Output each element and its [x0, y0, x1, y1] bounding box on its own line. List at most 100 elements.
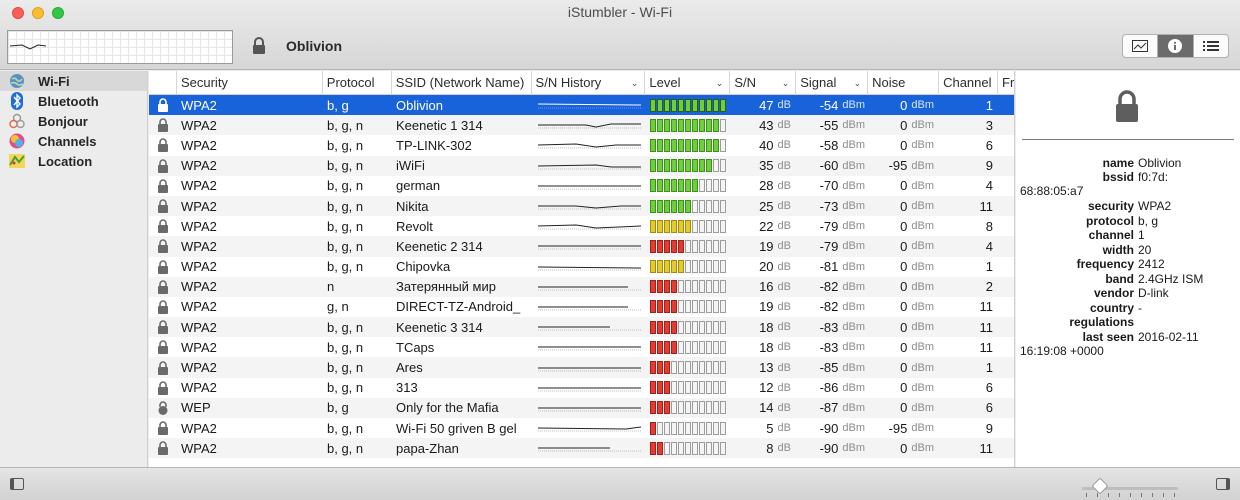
table-row[interactable]: WPA2 b, g, n Revolt 22 dB -79 dBm 0 dBm 8 [149, 216, 1014, 236]
table-row[interactable]: WPA2 b, g, n TP-LINK-302 40 dB -58 dBm 0 dBm 6 [149, 135, 1014, 155]
table-row[interactable]: WPA2 b, g, n iWiFi 35 dB -60 dBm -95 dBm 9 [149, 155, 1014, 176]
sn-cell: 13 dB [731, 357, 797, 377]
level-bar-segment [657, 98, 663, 112]
level-bar-segment [657, 401, 663, 415]
table-row[interactable]: WPA2 b, g, n 313 12 dB -86 dBm 0 dBm 6 [149, 378, 1014, 398]
signal-cell: -83 dBm [797, 317, 869, 337]
noise-unit: dBm [911, 442, 934, 455]
level-bar-segment [706, 441, 712, 455]
info-view-button[interactable] [1158, 35, 1194, 57]
sidebar-item-channels[interactable]: Channels [0, 131, 147, 151]
graph-view-button[interactable] [1123, 35, 1159, 57]
level-bar-segment [664, 340, 670, 354]
protocol-cell: b, g, n [327, 440, 364, 456]
table-row[interactable]: WPA2 b, g, n Keenetic 3 314 18 dB -83 dBm 0 dBm 1… [149, 317, 1014, 338]
signal-value: -58 [819, 137, 839, 153]
table-row[interactable]: WPA2 b, g, n Chipovka 20 dB -81 dBm 0 dBm 1 [149, 257, 1014, 277]
signal-cell: -54 dBm [797, 95, 869, 115]
table-row[interactable]: WPA2 b, g Oblivion 47 dB -54 dBm 0 dBm 1 [149, 95, 1014, 116]
signal-value: -70 [819, 178, 839, 194]
level-bar-segment [720, 138, 726, 152]
ssid-cell: Only for the Mafia [396, 400, 499, 416]
signal-value: -82 [819, 279, 839, 295]
sidebar-item-bonjour[interactable]: Bonjour [0, 111, 147, 131]
noise-value: 0 [900, 198, 908, 214]
ssid-cell: Oblivion [396, 97, 443, 113]
detail-key: name [1102, 156, 1134, 170]
level-bar-segment [706, 280, 712, 294]
level-bar-segment [671, 260, 677, 274]
column-header-lock[interactable] [149, 71, 177, 95]
sidebar-item-location[interactable]: Location [0, 151, 147, 171]
table-row[interactable]: WPA2 b, g, n Keenetic 2 314 19 dB -79 dBm 0 dBm 4 [149, 236, 1014, 257]
level-bar-segment [671, 239, 677, 253]
table-row[interactable]: WPA2 n Затерянный мир 16 dB -82 dBm 0 dBm 2 [149, 276, 1014, 297]
zoom-slider[interactable] [1082, 477, 1178, 495]
table-row[interactable]: WPA2 b, g, n papa-Zhan 8 dB -90 dBm 0 dBm 11 [149, 438, 1014, 459]
detail-field-regulations: regulations [1016, 315, 1240, 330]
noise-cell: 0 dBm [869, 236, 940, 256]
level-bar-segment [664, 159, 670, 173]
column-header-frequency[interactable]: Fr [998, 71, 1014, 95]
level-bar-segment [685, 219, 691, 233]
sidebar-item-bluetooth[interactable]: Bluetooth [0, 91, 147, 111]
sn-cell: 18 dB [731, 337, 797, 357]
signal-value: -55 [819, 117, 839, 133]
column-header-signal[interactable]: Signal ⌄ [796, 71, 869, 95]
slider-knob[interactable] [1091, 477, 1109, 495]
column-header-sn[interactable]: S/N ⌄ [730, 71, 797, 95]
toggle-detail-pane-icon[interactable] [1216, 478, 1230, 490]
signal-cell: -82 dBm [797, 297, 869, 317]
table-row[interactable]: WPA2 g, n DIRECT-TZ-Android_ 19 dB -82 dBm 0 dBm… [149, 297, 1014, 317]
level-bar-segment [720, 441, 726, 455]
ssid-cell: TCaps [396, 339, 435, 355]
security-cell: WPA2 [181, 380, 217, 396]
lock-icon [149, 156, 177, 176]
column-header-sn-history[interactable]: S/N History ⌄ [532, 71, 646, 95]
detail-field-protocol: protocol b, g [1016, 214, 1240, 229]
column-header-security[interactable]: Security [177, 71, 323, 95]
column-header-noise[interactable]: Noise [868, 71, 940, 95]
security-cell: WPA2 [181, 198, 217, 214]
column-header-channel[interactable]: Channel [939, 71, 999, 95]
list-view-button[interactable] [1194, 35, 1228, 57]
table-row[interactable]: WPA2 b, g, n german 28 dB -70 dBm 0 dBm 4 [149, 176, 1014, 196]
view-mode-segmented-control[interactable] [1122, 34, 1229, 58]
toggle-sidebar-icon[interactable] [10, 478, 24, 490]
level-bar-segment [713, 300, 719, 314]
level-bar-segment [685, 159, 691, 173]
signal-level-meter [646, 236, 731, 256]
table-row[interactable]: WPA2 b, g, n Wi-Fi 50 griven B gel 5 dB -90 dB… [149, 418, 1014, 438]
signal-value: -81 [819, 259, 839, 275]
noise-value: 0 [900, 400, 908, 416]
table-row[interactable]: WPA2 b, g, n Ares 13 dB -85 dBm 0 dBm 1 [149, 357, 1014, 378]
level-bar-segment [650, 98, 656, 112]
channel-cell: 4 [985, 178, 993, 194]
level-bar-segment [678, 260, 684, 274]
level-bar-segment [692, 300, 698, 314]
noise-unit: dBm [911, 240, 934, 253]
table-row[interactable]: WPA2 b, g, n TCaps 18 dB -83 dBm 0 dBm 11 [149, 337, 1014, 357]
table-row[interactable]: WEP b, g Only for the Mafia 14 dB -87 dBm 0 dBm 6 [149, 397, 1014, 418]
noise-cell: 0 dBm [869, 115, 940, 135]
signal-cell: -60 dBm [797, 156, 869, 176]
sn-value: 8 [766, 440, 774, 456]
level-bar-segment [664, 361, 670, 375]
level-bar-segment [657, 118, 663, 132]
lock-icon [149, 277, 177, 297]
column-header-protocol[interactable]: Protocol [323, 71, 392, 95]
lock-icon [149, 378, 177, 398]
signal-level-meter [646, 297, 731, 317]
security-cell: WPA2 [181, 319, 217, 335]
sidebar-item-label: Bluetooth [38, 93, 99, 109]
table-row[interactable]: WPA2 b, g, n Nikita 25 dB -73 dBm 0 dBm 11 [149, 195, 1014, 217]
level-bar-segment [650, 118, 656, 132]
level-bar-segment [664, 118, 670, 132]
sn-history-sparkline [532, 176, 646, 196]
column-header-ssid[interactable]: SSID (Network Name) [392, 71, 532, 95]
sidebar-item-wifi[interactable]: Wi-Fi [0, 71, 147, 91]
column-header-level[interactable]: Level ⌄ [645, 71, 731, 95]
table-row[interactable]: WPA2 b, g, n Keenetic 1 314 43 dB -55 dBm 0 dBm 3 [149, 115, 1014, 136]
noise-cell: 0 dBm [869, 398, 940, 418]
signal-cell: -82 dBm [797, 277, 869, 297]
